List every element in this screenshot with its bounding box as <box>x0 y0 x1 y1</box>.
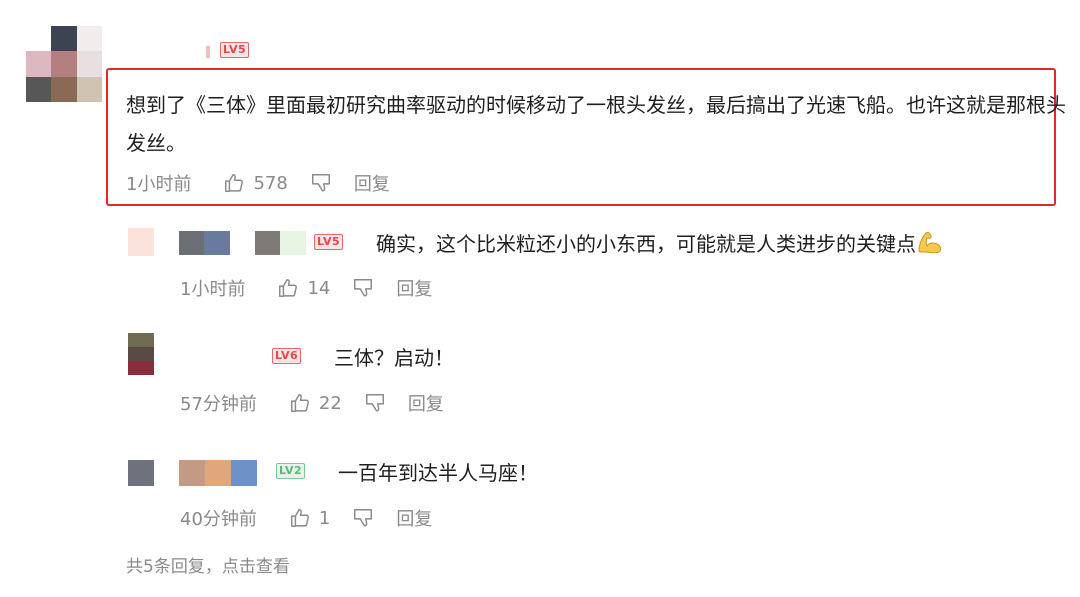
comment-text: 想到了《三体》里面最初研究曲率驱动的时候移动了一根头发丝，最后搞出了光速飞船。也… <box>126 93 1066 155</box>
reply-actions: 1小时前 14 回复 <box>180 275 432 301</box>
thumbs-up-icon[interactable] <box>289 392 311 414</box>
thumbs-down-icon[interactable] <box>364 392 386 414</box>
reply-text: 确实，这个比米粒还小的小东西，可能就是人类进步的关键点 <box>376 228 944 257</box>
level-badge: LV5 <box>220 42 250 58</box>
thumbs-down-icon[interactable] <box>352 277 374 299</box>
level-badge: LV5 <box>314 234 344 250</box>
thumbs-up-icon[interactable] <box>223 172 245 194</box>
like-count: 578 <box>253 172 288 194</box>
thumbs-up-icon[interactable] <box>277 277 299 299</box>
reply-avatar[interactable] <box>128 460 154 486</box>
thumbs-up-icon[interactable] <box>289 507 311 529</box>
reply-button[interactable]: 回复 <box>396 505 432 531</box>
reply-time: 57分钟前 <box>180 394 257 415</box>
reply-button[interactable]: 回复 <box>354 170 390 196</box>
comment-time: 1小时前 <box>126 174 192 195</box>
view-all-replies-link[interactable]: 共5条回复，点击查看 <box>126 552 290 577</box>
like-count: 22 <box>318 392 342 414</box>
like-count: 1 <box>318 507 331 529</box>
reply-actions: 57分钟前 22 回复 <box>180 390 444 416</box>
reply-button[interactable]: 回复 <box>408 390 444 416</box>
comment-thread: LV5 想到了《三体》里面最初研究曲率驱动的时候移动了一根头发丝，最后搞出了光速… <box>0 0 1080 597</box>
username[interactable] <box>206 46 210 58</box>
level-badge: LV2 <box>276 463 306 479</box>
level-badge: LV6 <box>272 348 302 364</box>
like-count: 14 <box>307 277 331 299</box>
reply-avatar[interactable] <box>128 333 154 375</box>
flexed-biceps-icon <box>916 229 944 255</box>
thumbs-down-icon[interactable] <box>310 172 332 194</box>
reply-time: 1小时前 <box>180 279 246 300</box>
reply-text: 三体？启动！ <box>334 346 454 370</box>
reply-button[interactable]: 回复 <box>396 275 432 301</box>
reply-time: 40分钟前 <box>180 509 257 530</box>
reply-username[interactable] <box>179 231 331 255</box>
reply-username[interactable] <box>179 460 257 486</box>
reply-text: 一百年到达半人马座！ <box>338 461 538 485</box>
reply-avatar[interactable] <box>128 228 154 256</box>
avatar[interactable] <box>26 26 102 102</box>
reply-actions: 40分钟前 1 回复 <box>180 505 432 531</box>
thumbs-down-icon[interactable] <box>352 507 374 529</box>
comment-actions: 1小时前 578 回复 <box>126 170 390 196</box>
